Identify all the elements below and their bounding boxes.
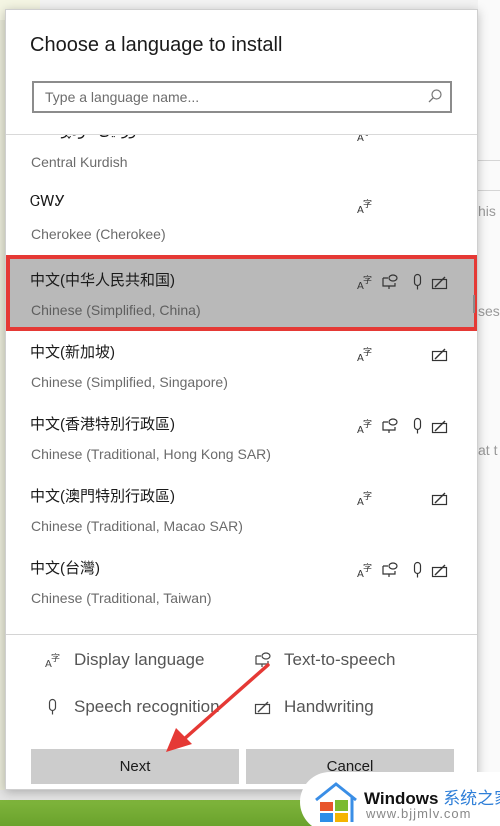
language-native-name: 中文(中华人民共和国)	[30, 272, 175, 289]
language-english-name: Chinese (Traditional, Taiwan)	[31, 590, 212, 606]
display-language-icon: A字	[356, 561, 374, 579]
next-button[interactable]: Next	[31, 749, 239, 784]
feature-icons: A字	[356, 273, 456, 293]
language-native-name: کوردیی ناوەڕاست	[30, 135, 144, 139]
language-list-item[interactable]: ᏣᎳᎩ Cherokee (Cherokee) A字	[6, 183, 477, 255]
watermark-url: www.bjjmlv.com	[366, 806, 472, 821]
display-language-icon: A字	[356, 197, 374, 215]
language-list-item-selected[interactable]: 中文(中华人民共和国) Chinese (Simplified, China) …	[6, 255, 477, 331]
text-to-speech-icon	[381, 273, 399, 291]
handwriting-icon	[431, 417, 449, 435]
language-english-name: Chinese (Simplified, China)	[31, 302, 201, 318]
legend-label: Handwriting	[284, 697, 374, 716]
background-text: at t	[478, 442, 498, 458]
language-install-dialog: Choose a language to install کوردیی ناوە…	[5, 9, 478, 790]
feature-icons: A字	[356, 345, 456, 365]
svg-text:字: 字	[363, 562, 372, 574]
display-language-icon: A字	[44, 651, 62, 669]
svg-text:字: 字	[363, 490, 372, 502]
language-english-name: Chinese (Traditional, Hong Kong SAR)	[31, 446, 271, 462]
handwriting-icon	[431, 561, 449, 579]
language-english-name: Chinese (Simplified, Singapore)	[31, 374, 228, 390]
language-english-name: Chinese (Traditional, Macao SAR)	[31, 518, 243, 534]
svg-text:字: 字	[363, 418, 372, 430]
language-native-name: 中文(新加坡)	[30, 344, 115, 361]
svg-text:字: 字	[363, 346, 372, 358]
speech-recognition-icon	[44, 698, 62, 716]
text-to-speech-icon	[381, 417, 399, 435]
dialog-title: Choose a language to install	[30, 34, 283, 56]
text-to-speech-icon	[254, 651, 272, 669]
search-icon[interactable]	[427, 88, 443, 104]
language-list-item[interactable]: 中文(香港特別行政區) Chinese (Traditional, Hong K…	[6, 403, 477, 475]
svg-text:字: 字	[363, 198, 372, 210]
speech-recognition-icon	[409, 273, 427, 291]
feature-icons: A字	[356, 197, 456, 217]
handwriting-icon	[431, 273, 449, 291]
language-native-name: 中文(澳門特別行政區)	[30, 488, 175, 505]
legend-divider	[6, 634, 477, 635]
feature-icons: A字	[356, 417, 456, 437]
background-text: his	[478, 203, 496, 219]
legend-label: Display language	[74, 650, 205, 669]
handwriting-icon	[254, 698, 272, 716]
background-divider	[478, 190, 500, 191]
background-divider	[478, 160, 500, 161]
feature-icons: A字	[356, 489, 456, 509]
language-list-item[interactable]: 中文(新加坡) Chinese (Simplified, Singapore) …	[6, 331, 477, 403]
language-native-name: 中文(香港特別行政區)	[30, 416, 175, 433]
windows-house-logo-icon	[315, 782, 357, 822]
display-language-icon: A字	[356, 417, 374, 435]
svg-text:字: 字	[51, 652, 60, 664]
background-text: ses	[478, 303, 500, 319]
language-search-input[interactable]	[34, 83, 424, 111]
display-language-icon: A字	[356, 489, 374, 507]
language-list-item[interactable]: کوردیی ناوەڕاست Central Kurdish A字	[6, 134, 477, 183]
speech-recognition-icon	[409, 417, 427, 435]
language-list[interactable]: کوردیی ناوەڕاست Central Kurdish A字 ᏣᎳᎩ C…	[6, 134, 477, 634]
language-english-name: Central Kurdish	[31, 154, 128, 170]
language-native-name: ᏣᎳᎩ	[30, 193, 66, 210]
language-english-name: Cherokee (Cherokee)	[31, 226, 166, 242]
list-scrollbar-thumb[interactable]	[473, 295, 475, 313]
text-to-speech-icon	[381, 561, 399, 579]
display-language-icon: A字	[356, 273, 374, 291]
speech-recognition-icon	[409, 561, 427, 579]
language-list-item[interactable]: 中文(台灣) Chinese (Traditional, Taiwan) A字	[6, 547, 477, 619]
feature-icons: A字	[356, 561, 456, 581]
handwriting-icon	[431, 489, 449, 507]
language-native-name: 中文(台灣)	[30, 560, 100, 577]
watermark: Windows 系统之家 www.bjjmlv.com	[300, 772, 500, 826]
display-language-icon: A字	[356, 134, 374, 143]
svg-text:字: 字	[363, 134, 372, 138]
language-search-box[interactable]	[32, 81, 452, 113]
handwriting-icon	[431, 345, 449, 363]
legend-label: Text-to-speech	[284, 650, 396, 669]
display-language-icon: A字	[356, 345, 374, 363]
svg-text:字: 字	[363, 274, 372, 286]
language-list-item[interactable]: 中文(澳門特別行政區) Chinese (Traditional, Macao …	[6, 475, 477, 547]
legend-label: Speech recognition	[74, 697, 220, 716]
background-settings-panel	[478, 0, 500, 800]
feature-icons: A字	[356, 134, 456, 145]
